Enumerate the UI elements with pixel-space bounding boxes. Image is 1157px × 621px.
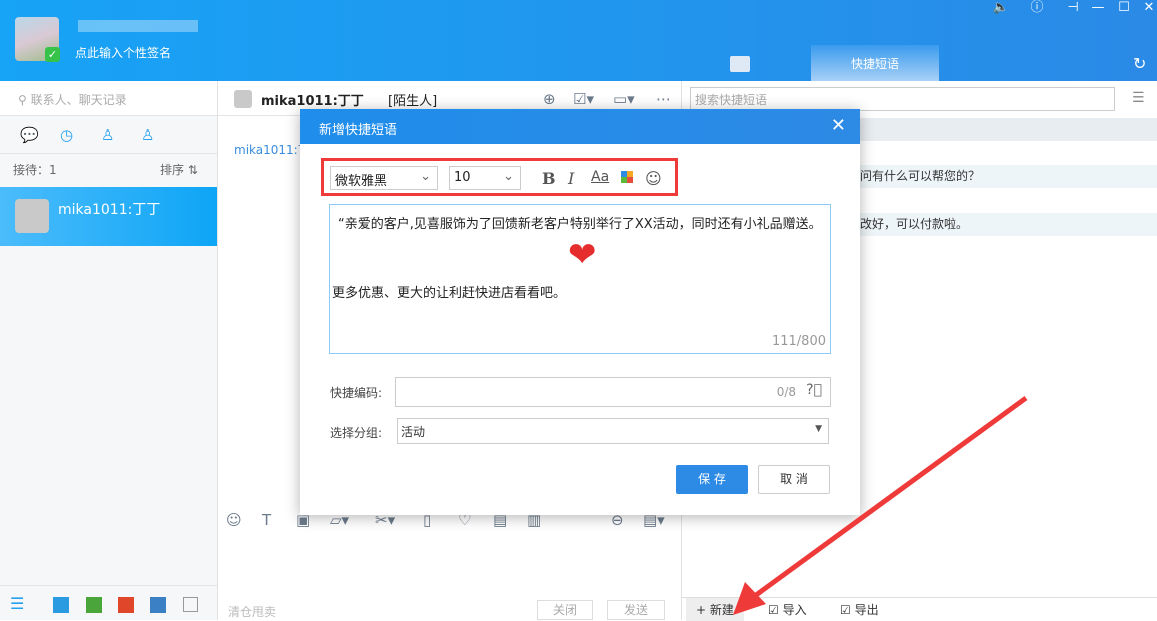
font-select[interactable]: 微软雅黑 ⌄: [330, 166, 438, 190]
sort-button[interactable]: 排序 ⇅: [160, 161, 198, 178]
blurred-username: [78, 20, 198, 32]
reception-count: 接待：1: [13, 163, 57, 177]
chevron-down-icon: ⌄: [503, 169, 514, 184]
quick-bottom-bar: + 新建 ☑ 导入 ☑ 导出: [682, 597, 1157, 621]
contacts-panel: ⚲ 联系人、聊天记录 💬 ◷ ♙ ♙ 接待：1 排序 ⇅ mika1011:丁丁…: [0, 81, 218, 620]
code-label: 快捷编码:: [330, 386, 383, 400]
app-icon-1[interactable]: [53, 597, 69, 613]
video-icon[interactable]: ▭▾: [613, 90, 635, 108]
search-placeholder: 联系人、聊天记录: [30, 93, 127, 107]
speaker-icon[interactable]: 🔈: [990, 0, 1012, 16]
minimize-icon[interactable]: —: [1087, 0, 1109, 16]
add-contact-icon[interactable]: ⊕: [543, 90, 556, 108]
cancel-button[interactable]: 取 消: [758, 465, 830, 494]
new-button[interactable]: + 新建: [686, 598, 744, 621]
clearance-text: 清仓甩卖: [228, 605, 277, 619]
italic-icon[interactable]: I: [568, 169, 574, 188]
code-count: 0/8: [776, 385, 796, 399]
chat-sender: mika1011:丁: [234, 143, 310, 157]
font-icon[interactable]: T: [262, 511, 271, 529]
export-button[interactable]: ☑ 导出: [840, 601, 879, 618]
phrase-line-2: 更多优惠、更大的让利赶快进店看看吧。: [332, 286, 567, 301]
emoji-icon[interactable]: ☺: [226, 511, 242, 529]
more-icon[interactable]: ⋯: [656, 90, 671, 108]
maximize-icon[interactable]: ☐: [1113, 0, 1135, 16]
stranger-tag: [陌生人]: [388, 94, 438, 109]
char-count: 111/800: [771, 334, 826, 349]
size-value: 10: [454, 170, 471, 185]
contact-tab-icon[interactable]: ♙: [101, 126, 114, 144]
close-button[interactable]: 关闭: [537, 600, 593, 620]
help-icon[interactable]: ⓘ: [1026, 0, 1048, 16]
task-icon[interactable]: ☑▾: [573, 90, 594, 108]
contact-search-input[interactable]: ⚲ 联系人、聊天记录: [0, 81, 217, 116]
app-icon-2[interactable]: [86, 597, 102, 613]
help-icon[interactable]: ?⃝: [806, 382, 822, 398]
group-value: 活动: [401, 425, 426, 439]
contact-tabs: 💬 ◷ ♙ ♙: [0, 116, 217, 154]
contact-item[interactable]: mika1011:丁丁: [0, 187, 217, 246]
avatar[interactable]: ✓: [15, 17, 60, 62]
chat-name: mika1011:丁丁: [261, 94, 364, 109]
new-quick-phrase-dialog: 新增快捷短语 ✕ 微软雅黑 ⌄ 10 ⌄ B I Aa ☺ “亲爱的客户,见喜服饰为…: [300, 109, 860, 515]
dialog-header: 新增快捷短语 ✕: [300, 109, 860, 144]
contact-avatar: [15, 199, 49, 233]
phrase-editor[interactable]: “亲爱的客户,见喜服饰为了回馈新老客户特别举行了XX活动，同时还有小礼品赠送。 …: [329, 204, 831, 354]
title-bar: ✓ 点此输入个性签名 🔈 ⓘ ⊣ — ☐ ✕ 快捷短语 ↻: [0, 0, 1157, 81]
chevron-down-icon: ⌄: [420, 169, 431, 184]
close-icon[interactable]: ✕: [1138, 0, 1157, 16]
save-button[interactable]: 保 存: [676, 465, 748, 494]
contact-name: mika1011:丁丁: [58, 202, 161, 218]
signature[interactable]: 点此输入个性签名: [75, 44, 171, 61]
tab-quick-phrases[interactable]: 快捷短语: [811, 45, 939, 81]
dialog-title: 新增快捷短语: [319, 123, 398, 138]
online-check-icon: ✓: [45, 47, 60, 62]
import-label: 导入: [782, 603, 807, 617]
close-icon[interactable]: ✕: [831, 115, 846, 136]
menu-icon[interactable]: ☰: [10, 594, 24, 613]
format-toolbar: 微软雅黑 ⌄ 10 ⌄ B I Aa ☺: [321, 158, 678, 196]
font-style-icon[interactable]: Aa: [591, 169, 609, 185]
emoji-icon[interactable]: ☺: [645, 169, 662, 188]
contact-card-icon[interactable]: [730, 56, 750, 72]
size-select[interactable]: 10 ⌄: [449, 166, 521, 190]
hearts-emoji: ❤: [568, 235, 597, 275]
chat-avatar: [234, 90, 252, 108]
dropdown-icon: ▼: [815, 424, 822, 434]
import-button[interactable]: ☑ 导入: [768, 601, 807, 618]
sell-icon[interactable]: [150, 597, 166, 613]
color-icon[interactable]: [621, 171, 633, 183]
bold-icon[interactable]: B: [542, 169, 556, 188]
group-select[interactable]: 活动 ▼: [397, 418, 829, 444]
new-label: 新建: [709, 603, 734, 617]
left-bottom-bar: ☰: [0, 585, 217, 620]
font-value: 微软雅黑: [335, 174, 388, 189]
group-label: 选择分组:: [330, 426, 383, 440]
export-label: 导出: [854, 603, 879, 617]
code-input[interactable]: 0/8 ?⃝: [395, 377, 831, 407]
layout-icon[interactable]: [183, 597, 198, 612]
refresh-icon[interactable]: ↻: [1133, 54, 1146, 73]
shop-icon[interactable]: [118, 597, 134, 613]
recent-tab-icon[interactable]: ◷: [60, 126, 73, 144]
pin-icon[interactable]: ⊣: [1062, 0, 1084, 16]
send-button[interactable]: 发送: [607, 600, 665, 620]
chat-tab-icon[interactable]: 💬: [20, 126, 39, 144]
list-menu-icon[interactable]: ☰: [1132, 90, 1145, 106]
group-tab-icon[interactable]: ♙: [141, 126, 154, 144]
phrase-line-1: “亲爱的客户,见喜服饰为了回馈新老客户特别举行了XX活动，同时还有小礼品赠送。: [338, 217, 822, 232]
quick-search-input[interactable]: 搜索快捷短语: [690, 87, 1115, 111]
